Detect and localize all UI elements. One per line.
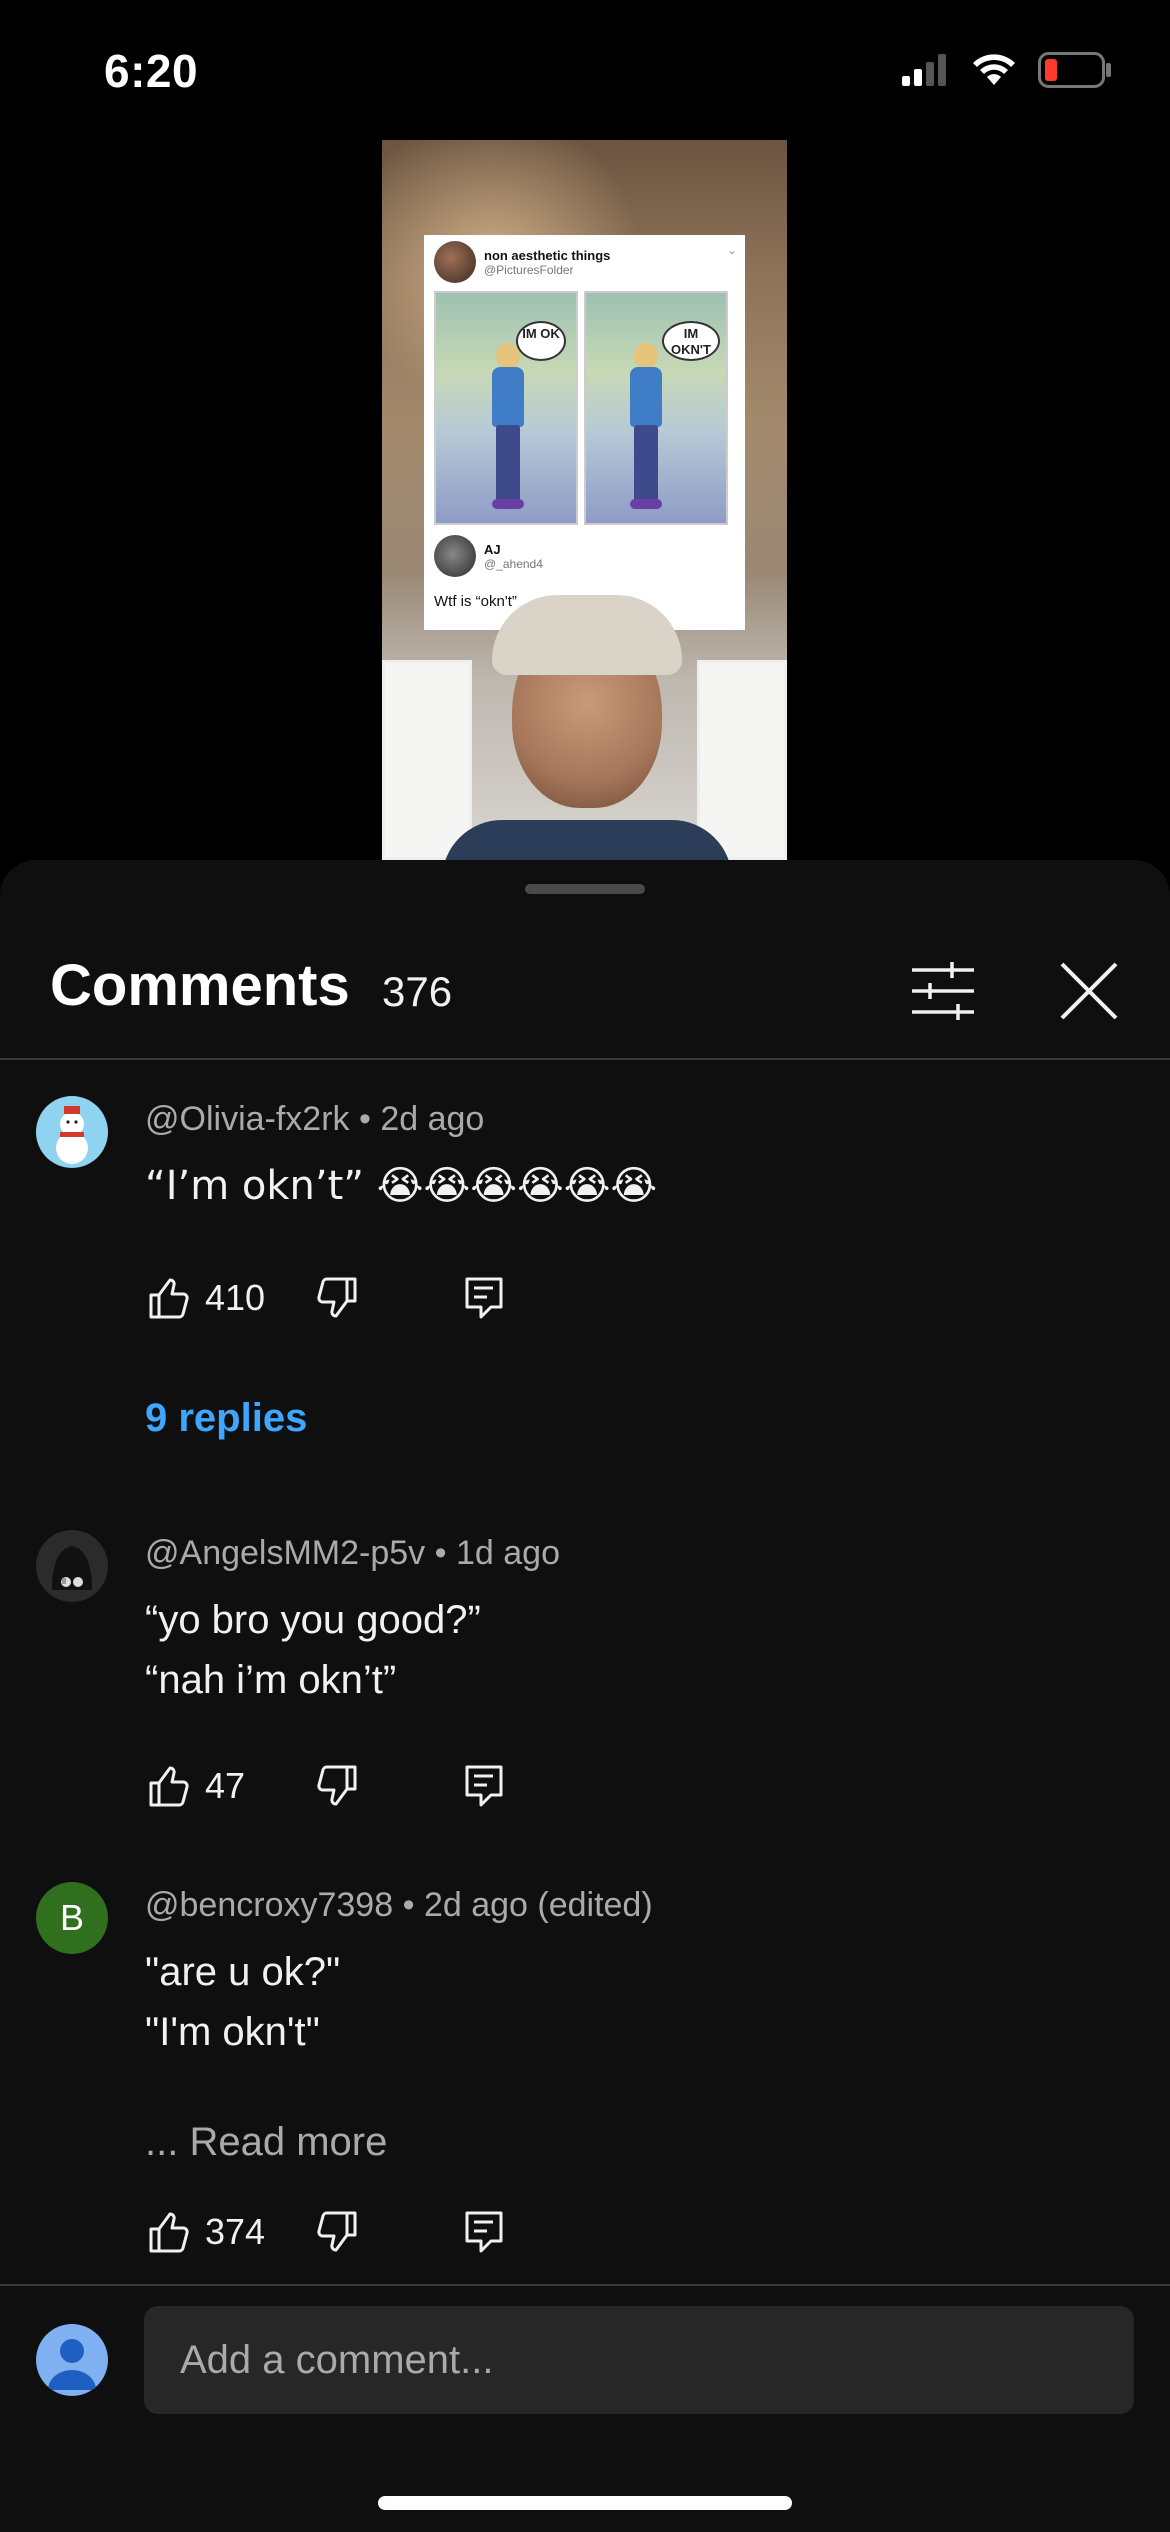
person-cap	[492, 595, 682, 675]
avatar-letter: B	[59, 1897, 84, 1938]
figure-left	[488, 343, 528, 513]
like-count: 374	[205, 2211, 266, 2252]
comment-meta: @Olivia-fx2rk • 2d ago	[145, 1100, 484, 1139]
speech-bubble-right: IM OKN'T	[662, 321, 720, 361]
avatar[interactable]	[36, 1096, 108, 1168]
cabinet-left	[382, 660, 472, 860]
status-bar: 6:20	[0, 0, 1170, 140]
thumbs-down-icon[interactable]	[315, 2209, 361, 2255]
comment-meta: @bencroxy7398 • 2d ago (edited)	[145, 1886, 653, 1925]
avatar[interactable]	[36, 1530, 108, 1602]
comments-sheet: Comments 376 @Olivia-fx2rk • 2d ago “I’m…	[0, 860, 1170, 2532]
comment-text-line: “yo bro you good?”	[145, 1598, 481, 1642]
cabinet-right	[697, 660, 787, 860]
comment-text-line: “I’m okn’t” 😭😭😭😭😭😭	[145, 1163, 658, 1209]
video-player[interactable]: non aesthetic things @PicturesFolder ⌄ I…	[0, 140, 1170, 860]
tweet-author-name: non aesthetic things	[484, 247, 611, 263]
like-count: 47	[205, 1765, 246, 1806]
cellular-signal-icon	[902, 54, 946, 86]
tweet-image-right: IM OKN'T	[584, 291, 728, 525]
reply-avatar	[434, 535, 476, 577]
drag-handle[interactable]	[525, 884, 645, 894]
comment-time: 1d ago	[455, 1534, 560, 1572]
comment-item: @AngelsMM2-p5v • 1d ago “yo bro you good…	[0, 1530, 1170, 1850]
comments-title: Comments	[50, 953, 350, 1018]
reply-author-name: AJ	[484, 541, 501, 557]
comment-item: B @bencroxy7398 • 2d ago (edited) "are u…	[0, 1882, 1170, 2282]
person-icon	[48, 2339, 96, 2390]
tweet-author-handle: @PicturesFolder	[484, 262, 574, 277]
snowman-icon	[56, 1106, 88, 1164]
comment-text: “yo bro you good?” “nah i’m okn’t”	[145, 1590, 481, 1710]
thumbs-down-icon[interactable]	[315, 1763, 361, 1809]
video-frame: non aesthetic things @PicturesFolder ⌄ I…	[382, 140, 787, 860]
tweet-card: non aesthetic things @PicturesFolder ⌄ I…	[424, 235, 745, 630]
comment-author[interactable]: @Olivia-fx2rk	[145, 1100, 350, 1138]
thumbs-up-icon[interactable]	[145, 1275, 191, 1321]
read-more-link[interactable]: ... Read more	[145, 2120, 387, 2165]
comment-text: “I’m okn’t” 😭😭😭😭😭😭	[145, 1156, 657, 1216]
comment-meta: @AngelsMM2-p5v • 1d ago	[145, 1534, 560, 1573]
comments-count: 376	[382, 968, 453, 1015]
comment-time: 2d ago (edited)	[423, 1886, 653, 1924]
figure-right	[626, 343, 666, 513]
comment-text-line: "I'm okn't"	[145, 2010, 320, 2054]
meta-separator: •	[358, 1100, 381, 1138]
wifi-icon	[973, 54, 1015, 85]
person-shirt	[442, 820, 732, 860]
comment-text-line: “nah i’m okn’t”	[145, 1658, 397, 1702]
add-comment-input[interactable]	[144, 2306, 1134, 2414]
comments-header: Comments 376	[0, 930, 1170, 1060]
comment-item: @Olivia-fx2rk • 2d ago “I’m okn’t” 😭😭😭😭😭…	[0, 1096, 1170, 1476]
user-avatar[interactable]	[36, 2324, 108, 2396]
reply-icon[interactable]	[461, 1275, 507, 1321]
battery-low-icon	[1038, 52, 1111, 88]
reply-text: Wtf is “okn't”	[434, 593, 517, 610]
tweet-reply-header: AJ @_ahend4	[434, 535, 543, 577]
comment-actions: 410	[145, 1268, 507, 1328]
thumbs-down-icon[interactable]	[315, 1275, 361, 1321]
comment-author[interactable]: @AngelsMM2-p5v	[145, 1534, 425, 1572]
meta-separator: •	[434, 1534, 456, 1572]
sliders-icon[interactable]	[908, 956, 978, 1026]
status-icons	[902, 52, 1112, 88]
character-avatar-icon	[52, 1546, 92, 1590]
thumbs-up-icon[interactable]	[145, 2209, 191, 2255]
tweet-header: non aesthetic things @PicturesFolder	[434, 241, 610, 283]
home-indicator[interactable]	[378, 2496, 792, 2510]
comment-text: "are u ok?" "I'm okn't"	[145, 1942, 340, 2062]
like-count: 410	[205, 1277, 266, 1318]
chevron-down-icon: ⌄	[726, 243, 737, 257]
comment-author[interactable]: @bencroxy7398	[145, 1886, 393, 1924]
thumbs-up-icon[interactable]	[145, 1763, 191, 1809]
comment-actions: 47	[145, 1756, 507, 1816]
close-icon[interactable]	[1050, 952, 1128, 1030]
status-time: 6:20	[104, 45, 199, 97]
tweet-avatar	[434, 241, 476, 283]
comment-text-line: "are u ok?"	[145, 1950, 341, 1994]
reply-author-handle: @_ahend4	[484, 556, 543, 571]
reply-icon[interactable]	[461, 2209, 507, 2255]
tweet-image-left: IM OK	[434, 291, 578, 525]
avatar[interactable]: B	[36, 1882, 108, 1954]
comment-actions: 374	[145, 2202, 507, 2262]
reply-icon[interactable]	[461, 1763, 507, 1809]
meta-separator: •	[402, 1886, 424, 1924]
comment-time: 2d ago	[380, 1100, 485, 1138]
comment-composer	[0, 2284, 1170, 2532]
view-replies-link[interactable]: 9 replies	[145, 1396, 307, 1441]
